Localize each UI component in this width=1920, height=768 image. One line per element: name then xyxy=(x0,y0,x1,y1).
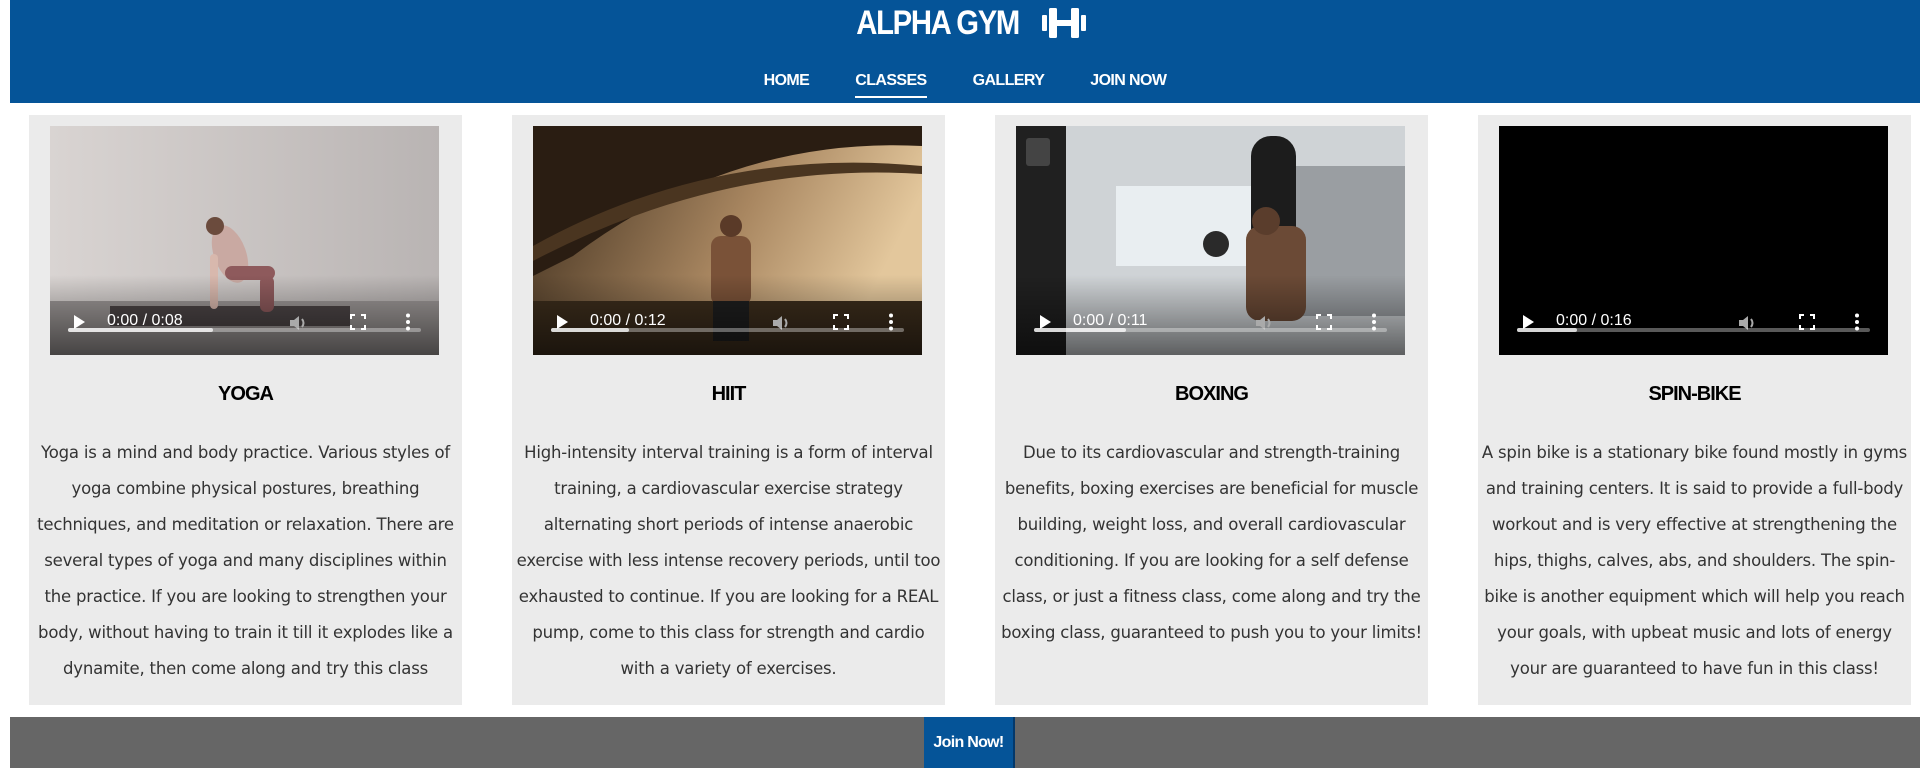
class-title: YOGA xyxy=(218,383,274,405)
class-description: Yoga is a mind and body practice. Variou… xyxy=(37,443,454,678)
progress-track[interactable] xyxy=(1517,328,1870,332)
video-controls: 0:00 / 0:12 xyxy=(533,275,922,355)
class-title: SPIN-BIKE xyxy=(1648,383,1741,405)
video-player[interactable]: 0:00 / 0:12 xyxy=(533,126,922,355)
video-controls: 0:00 / 0:08 xyxy=(50,275,439,355)
class-description: High-intensity interval training is a fo… xyxy=(516,443,941,678)
class-title: BOXING xyxy=(1175,383,1249,405)
video-player[interactable]: 0:00 / 0:16 xyxy=(1499,126,1888,355)
buffered-bar xyxy=(1034,328,1126,332)
class-title: HIIT xyxy=(711,383,747,405)
buffered-bar xyxy=(68,328,213,332)
play-icon[interactable] xyxy=(1040,315,1051,329)
nav-classes[interactable]: CLASSES xyxy=(855,72,927,98)
brand[interactable]: ALPHA GYM xyxy=(10,4,1920,42)
class-card-spin-bike: 0:00 / 0:16 SPIN-BIKE A spin bike is a s… xyxy=(1478,115,1911,705)
video-player[interactable]: 0:00 / 0:08 xyxy=(50,126,439,355)
brand-name[interactable]: ALPHA GYM xyxy=(857,6,1021,40)
video-controls: 0:00 / 0:11 xyxy=(1016,275,1405,355)
video-controls: 0:00 / 0:16 xyxy=(1499,275,1888,355)
class-description: Due to its cardiovascular and strength-t… xyxy=(1001,443,1422,642)
class-card-boxing: 0:00 / 0:11 BOXING Due to its cardiovasc… xyxy=(995,115,1428,705)
video-player[interactable]: 0:00 / 0:11 xyxy=(1016,126,1405,355)
progress-track[interactable] xyxy=(1034,328,1387,332)
buffered-bar xyxy=(551,328,629,332)
nav-gallery[interactable]: GALLERY xyxy=(973,72,1045,96)
buffered-bar xyxy=(1517,328,1577,332)
join-now-button[interactable]: Join Now! xyxy=(924,717,1015,768)
progress-track[interactable] xyxy=(68,328,421,332)
site-header: ALPHA GYM HOME CLASSES GALLERY JOIN NOW xyxy=(10,0,1920,103)
play-icon[interactable] xyxy=(1523,315,1534,329)
nav-home[interactable]: HOME xyxy=(764,72,810,96)
play-icon[interactable] xyxy=(557,315,568,329)
class-card-yoga: 0:00 / 0:08 YOGA Yoga is a mind and body… xyxy=(29,115,462,705)
class-card-hiit: 0:00 / 0:12 HIIT High-intensity interval… xyxy=(512,115,945,705)
dumbbell-icon xyxy=(1041,8,1086,38)
main-nav: HOME CLASSES GALLERY JOIN NOW xyxy=(10,72,1920,98)
nav-join-now[interactable]: JOIN NOW xyxy=(1090,72,1167,96)
class-cards: 0:00 / 0:08 YOGA Yoga is a mind and body… xyxy=(0,115,1920,705)
site-footer: Join Now! xyxy=(10,717,1920,768)
play-icon[interactable] xyxy=(74,315,85,329)
progress-track[interactable] xyxy=(551,328,904,332)
class-description: A spin bike is a stationary bike found m… xyxy=(1481,443,1908,678)
